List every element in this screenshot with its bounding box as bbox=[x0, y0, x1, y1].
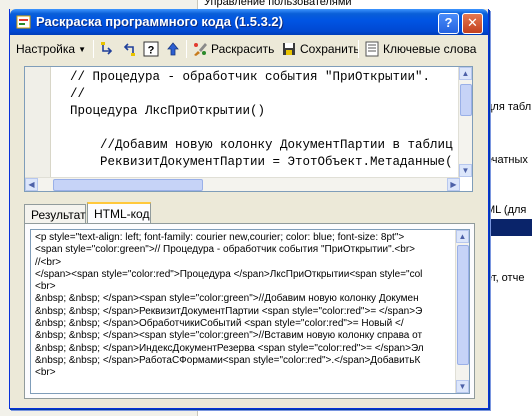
up-button[interactable] bbox=[165, 39, 181, 59]
html-line: <p style="text-align: left; font-family:… bbox=[35, 232, 405, 243]
code-colorize-dialog: Раскраска программного кода (1.5.3.2) ? … bbox=[9, 9, 489, 409]
colorize-button[interactable]: Раскрасить bbox=[192, 39, 274, 59]
close-button[interactable]: ✕ bbox=[462, 13, 483, 34]
html-line: <br> bbox=[35, 281, 56, 293]
editor-horizontal-scrollbar[interactable]: ◀ ▶ bbox=[25, 177, 460, 191]
background-fragment: ет, отче bbox=[486, 272, 525, 284]
save-button[interactable]: Сохранить bbox=[281, 39, 360, 59]
html-line: <span style="color:green">// Процедура -… bbox=[35, 244, 415, 256]
html-line: &nbsp; &nbsp; </span><span style="color:… bbox=[35, 330, 423, 342]
html-line: //<br> bbox=[35, 256, 62, 268]
help-toolbar-button[interactable]: ? bbox=[143, 39, 159, 59]
toolbar: Настройка ▼ ? Раскрасить Сохранить Ключе… bbox=[13, 38, 487, 60]
keywords-button[interactable]: Ключевые слова bbox=[364, 39, 476, 59]
html-line: &nbsp; &nbsp; </span>РаботаСФормами<span… bbox=[35, 354, 421, 366]
editor-vertical-scrollbar[interactable]: ▲ ▼ bbox=[458, 67, 472, 177]
html-vertical-scroll-thumb[interactable] bbox=[457, 245, 469, 365]
paint-brush-icon bbox=[194, 43, 207, 56]
background-fragment: ML (для bbox=[486, 204, 527, 216]
background-selected-row[interactable] bbox=[487, 219, 532, 236]
document-list-icon bbox=[365, 41, 379, 57]
html-vertical-scrollbar[interactable]: ▲ ▼ bbox=[455, 230, 469, 393]
html-code-textbox[interactable]: <p style="text-align: left; font-family:… bbox=[30, 229, 470, 394]
settings-menu-label: Настройка bbox=[16, 42, 76, 56]
editor-vertical-scroll-thumb[interactable] bbox=[460, 84, 472, 116]
scroll-down-arrow-icon[interactable]: ▼ bbox=[456, 380, 469, 393]
code-line: // bbox=[55, 87, 86, 101]
outdent-arrow-icon bbox=[123, 43, 135, 56]
html-code-text[interactable]: <p style="text-align: left; font-family:… bbox=[35, 232, 455, 392]
background-fragment: ечатных bbox=[486, 154, 528, 166]
help-button[interactable]: ? bbox=[438, 13, 459, 34]
scroll-up-arrow-icon[interactable]: ▲ bbox=[459, 67, 472, 80]
html-line: &nbsp; &nbsp; </span>ИндексДокументРезер… bbox=[35, 342, 424, 354]
indent-button[interactable] bbox=[99, 39, 115, 59]
tab-html-code[interactable]: HTML-код bbox=[87, 202, 151, 223]
outdent-button[interactable] bbox=[121, 39, 137, 59]
scroll-up-arrow-icon[interactable]: ▲ bbox=[456, 230, 469, 243]
tab-result[interactable]: Результат bbox=[24, 204, 86, 223]
editor-gutter bbox=[25, 67, 51, 177]
settings-menu-button[interactable]: Настройка ▼ bbox=[16, 39, 86, 59]
svg-text:?: ? bbox=[148, 45, 155, 57]
code-line: //Добавим новую колонку ДокументПартии в… bbox=[55, 138, 453, 152]
html-line: &nbsp; &nbsp; </span>ОбработчикиСобытий … bbox=[35, 318, 404, 330]
scroll-right-arrow-icon[interactable]: ▶ bbox=[447, 178, 460, 191]
html-line: &nbsp; &nbsp; </span>РеквизитДокументПар… bbox=[35, 305, 423, 317]
app-icon bbox=[16, 15, 31, 29]
background-fragment: для табл bbox=[486, 101, 532, 113]
keywords-label: Ключевые слова bbox=[383, 42, 477, 56]
editor-horizontal-scroll-thumb[interactable] bbox=[53, 179, 203, 191]
html-line: &nbsp; &nbsp; </span><span style="color:… bbox=[35, 293, 419, 305]
scroll-left-arrow-icon[interactable]: ◀ bbox=[25, 178, 38, 191]
colorize-label: Раскрасить bbox=[211, 42, 275, 56]
scroll-down-arrow-icon[interactable]: ▼ bbox=[459, 164, 472, 177]
arrow-up-icon bbox=[167, 42, 179, 56]
window-title: Раскраска программного кода (1.5.3.2) bbox=[36, 14, 283, 29]
chevron-down-icon: ▼ bbox=[78, 44, 86, 54]
html-line: </span><span style="color:red">Процедура… bbox=[35, 268, 423, 280]
code-line: РеквизитДокументПартии = ЭтотОбъект.Мета… bbox=[55, 155, 453, 169]
html-line: <br> bbox=[35, 367, 56, 379]
code-text[interactable]: // Процедура - обработчик события "ПриОт… bbox=[55, 69, 460, 177]
question-icon: ? bbox=[143, 41, 159, 57]
indent-arrow-icon bbox=[101, 42, 113, 55]
html-code-panel: <p style="text-align: left; font-family:… bbox=[24, 223, 475, 399]
save-label: Сохранить bbox=[300, 42, 360, 56]
code-line: // Процедура - обработчик события "ПриОт… bbox=[55, 70, 431, 84]
code-editor[interactable]: // Процедура - обработчик события "ПриОт… bbox=[24, 66, 473, 192]
save-disk-icon bbox=[283, 43, 295, 55]
code-line: Процедура ЛксПриОткрытии() bbox=[55, 104, 266, 118]
title-bar[interactable]: Раскраска программного кода (1.5.3.2) ? … bbox=[10, 9, 488, 35]
